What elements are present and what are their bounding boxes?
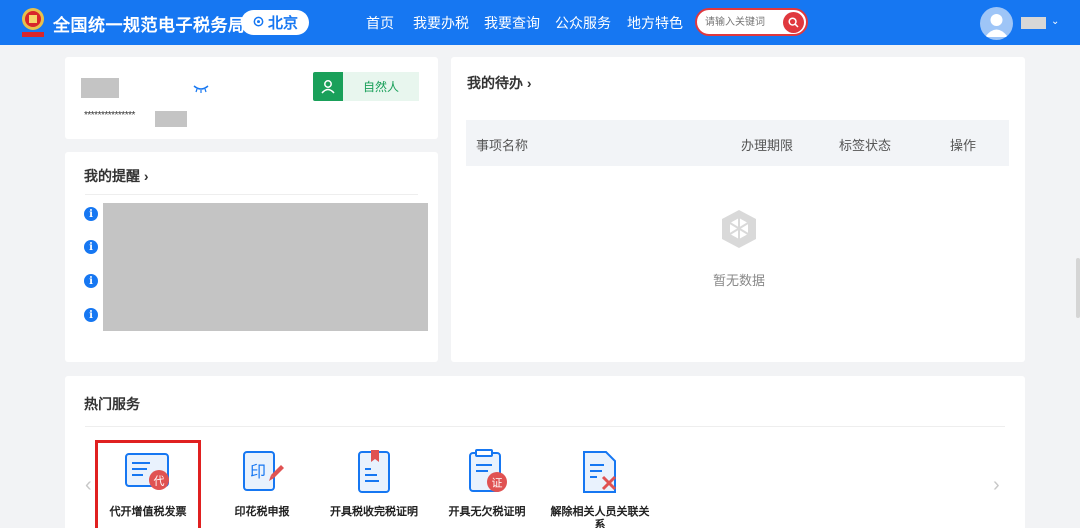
page-scrollbar[interactable] (1076, 258, 1080, 318)
service-label: 印花税申报 (234, 506, 290, 518)
svg-text:印: 印 (250, 462, 266, 481)
service-label: 解除相关人员关联关系 (550, 506, 650, 528)
site-title[interactable]: 全国统一规范电子税务局 (53, 11, 246, 36)
document-unlink-icon (583, 451, 617, 493)
hot-services-title: 热门服务 (84, 396, 140, 412)
prev-arrow-icon[interactable]: ‹ (85, 474, 92, 497)
user-name-redacted[interactable] (1021, 17, 1046, 29)
role-badge: 自然人 (313, 72, 419, 101)
search-icon (788, 17, 799, 28)
person-icon (313, 72, 343, 101)
search-button[interactable] (783, 12, 804, 33)
top-header: 全国统一规范电子税务局 北京 首页 我要办税 我要查询 公众服务 地方特色 ⌄ (0, 0, 1080, 45)
nav-do-tax[interactable]: 我要办税 (413, 13, 469, 33)
col-deadline: 办理期限 (741, 138, 794, 153)
eye-closed-icon[interactable] (193, 84, 209, 94)
id-suffix-redacted (155, 111, 187, 127)
info-icon: i (84, 308, 98, 322)
invoice-icon: 代 (125, 453, 169, 490)
todo-title[interactable]: 我的待办 › (467, 73, 532, 93)
document-bookmark-icon (358, 450, 390, 493)
reminder-list-redacted[interactable] (103, 203, 428, 331)
info-icon: i (84, 240, 98, 254)
chevron-down-icon[interactable]: ⌄ (1051, 16, 1059, 27)
user-avatar-icon (985, 14, 1008, 37)
empty-box-icon (722, 210, 756, 248)
role-label: 自然人 (343, 72, 419, 101)
divider (85, 426, 1005, 427)
service-vat-invoice[interactable]: 代 代开增值税发票 (95, 442, 201, 519)
reminders-title[interactable]: 我的提醒 › (84, 166, 149, 186)
hot-services-card: 热门服务 ‹ › 代 代开增值税发票 印 印花税申报 开具税收完税证明 证 开具… (65, 376, 1025, 528)
col-tag-status: 标签状态 (839, 138, 892, 153)
info-icon: i (84, 274, 98, 288)
location-selector[interactable]: 北京 (241, 10, 309, 35)
svg-text:代: 代 (154, 475, 165, 488)
certificate-icon: 证 (469, 449, 507, 492)
masked-id-number: *************** (84, 110, 135, 121)
todo-card: 我的待办 › 事项名称 办理期限 标签状态 操作 暂无数据 (451, 57, 1025, 362)
user-info-card: *************** 自然人 (65, 57, 438, 139)
tax-emblem-icon (22, 8, 44, 37)
service-no-arrears-certificate[interactable]: 证 开具无欠税证明 (434, 442, 540, 519)
info-icon: i (84, 207, 98, 221)
avatar[interactable] (980, 7, 1013, 40)
nav-query[interactable]: 我要查询 (484, 13, 540, 33)
empty-state-text: 暂无数据 (713, 273, 766, 288)
reminders-card: 我的提醒 › i i i i (65, 152, 438, 362)
nav-local-feature[interactable]: 地方特色 (627, 13, 683, 33)
user-name-redacted (81, 78, 119, 98)
nav-home[interactable]: 首页 (366, 13, 394, 33)
search-input[interactable] (705, 14, 781, 30)
col-action: 操作 (950, 138, 977, 153)
location-pin-icon (253, 16, 264, 27)
stamp-edit-icon: 印 (243, 451, 284, 491)
service-label: 开具税收完税证明 (330, 506, 418, 518)
search-box (695, 8, 808, 36)
svg-text:证: 证 (492, 477, 503, 490)
nav-public-service[interactable]: 公众服务 (555, 13, 611, 33)
service-label: 代开增值税发票 (109, 506, 187, 518)
next-arrow-icon[interactable]: › (993, 474, 1000, 497)
todo-table-header: 事项名称 办理期限 标签状态 操作 (466, 120, 1009, 166)
service-stamp-duty[interactable]: 印 印花税申报 (209, 442, 315, 519)
service-label: 开具无欠税证明 (448, 506, 526, 518)
service-tax-payment-certificate[interactable]: 开具税收完税证明 (321, 442, 427, 519)
divider (85, 194, 418, 195)
location-label: 北京 (267, 15, 298, 32)
service-unlink-relations[interactable]: 解除相关人员关联关系 (547, 442, 653, 528)
col-item-name: 事项名称 (476, 138, 529, 153)
